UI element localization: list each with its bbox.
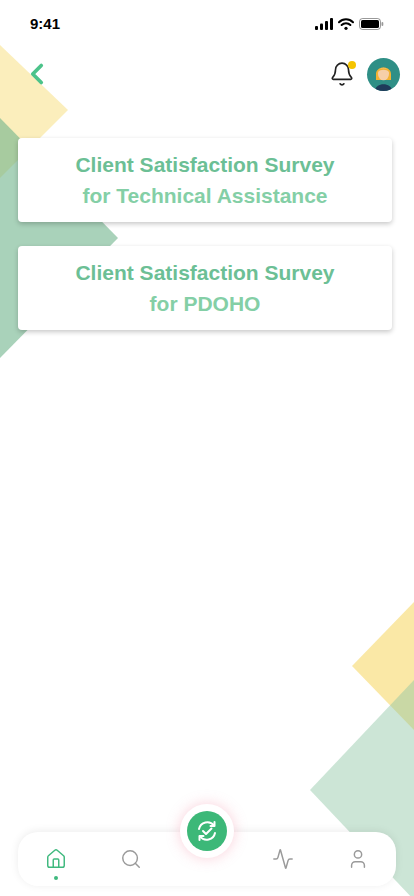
survey-card-title: Client Satisfaction Survey: [75, 149, 334, 180]
status-time: 9:41: [30, 13, 60, 36]
nav-item[interactable]: [320, 832, 396, 886]
bottom-nav: [18, 832, 396, 886]
back-arrow-icon: [20, 57, 54, 91]
avatar-icon: [367, 58, 400, 91]
header-actions: [329, 58, 400, 91]
nav-item[interactable]: [245, 832, 321, 886]
home-icon: [45, 848, 67, 870]
profile-icon: [347, 848, 369, 870]
wifi-icon: [338, 18, 354, 30]
center-action-button[interactable]: [180, 804, 234, 858]
survey-card-title: for PDOHO: [150, 288, 261, 319]
status-icons: [315, 18, 384, 30]
nav-center-slot: [169, 832, 245, 886]
notification-badge: [348, 61, 356, 69]
notification-button[interactable]: [329, 61, 355, 87]
survey-card[interactable]: Client Satisfaction Surveyfor PDOHO: [18, 246, 392, 330]
status-bar: 9:41: [0, 0, 414, 44]
survey-screen: 9:41Client Satisfaction Surveyfor Techni…: [0, 0, 414, 896]
battery-icon: [359, 18, 384, 30]
avatar-button[interactable]: [367, 58, 400, 91]
survey-card[interactable]: Client Satisfaction Surveyfor Technical …: [18, 138, 392, 222]
background-decoration: [0, 0, 414, 896]
nav-item[interactable]: [18, 832, 94, 886]
survey-list: Client Satisfaction Surveyfor Technical …: [0, 138, 414, 330]
header: [0, 56, 414, 92]
nav-item[interactable]: [94, 832, 170, 886]
survey-card-title: for Technical Assistance: [82, 180, 327, 211]
back-button[interactable]: [20, 57, 54, 91]
sync-check-icon: [194, 818, 220, 844]
search-icon: [120, 848, 142, 870]
content: 9:41Client Satisfaction Surveyfor Techni…: [0, 0, 414, 896]
nav-active-dot: [54, 876, 58, 880]
survey-card-title: Client Satisfaction Survey: [75, 257, 334, 288]
signal-icon: [315, 18, 333, 30]
activity-icon: [272, 848, 294, 870]
